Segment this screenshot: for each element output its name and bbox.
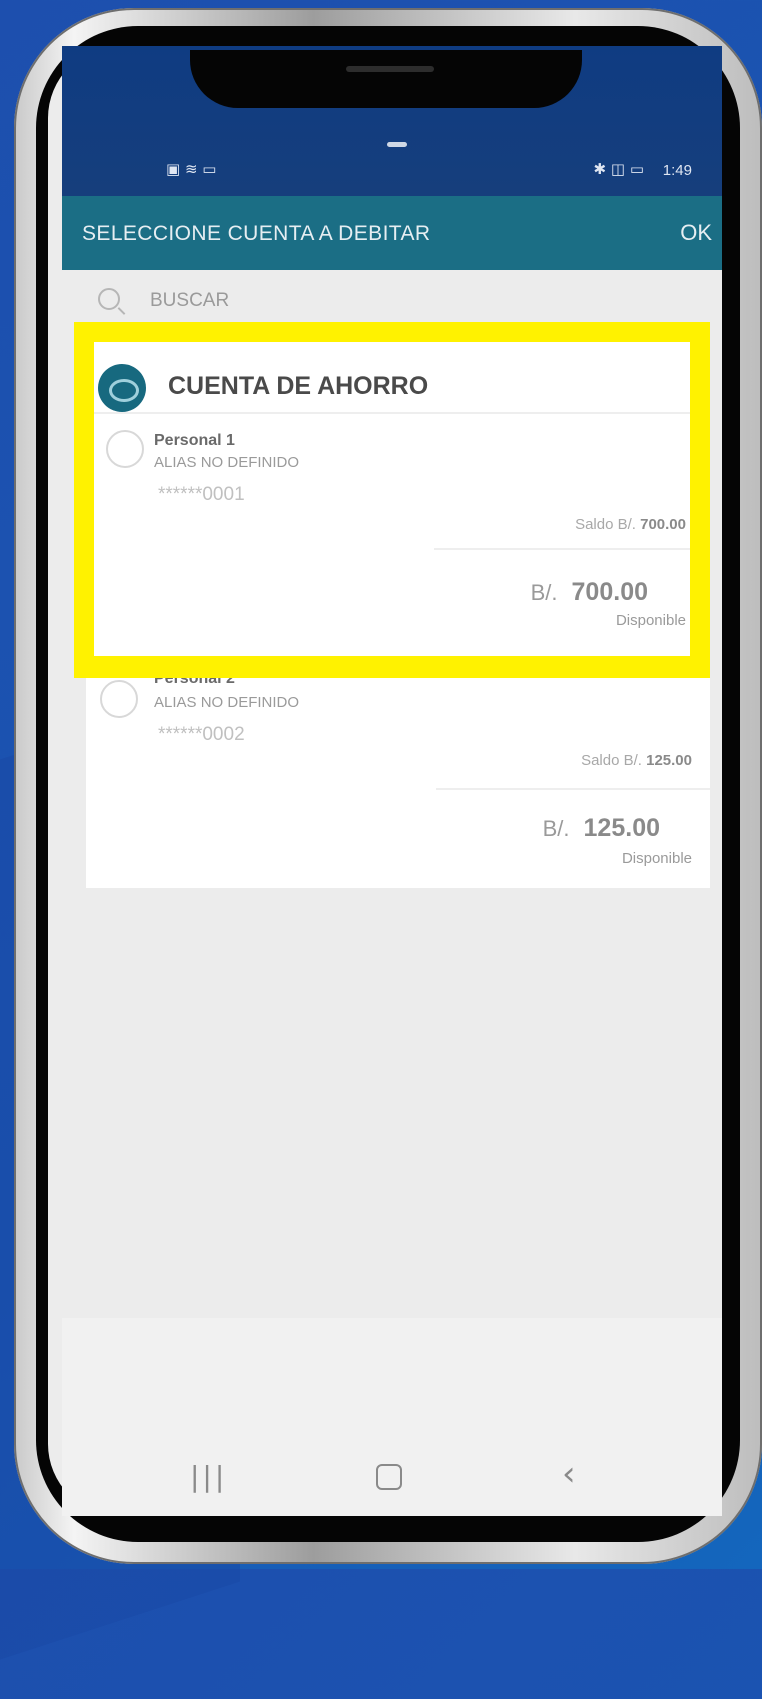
available-amount: B/. 700.00	[531, 578, 648, 607]
status-left-icons: ▣ ≋ ▭	[166, 160, 217, 178]
account-section: CUENTA DE AHORRO Personal 1 ALIAS NO DEF…	[94, 342, 690, 656]
divider	[434, 548, 690, 550]
home-button[interactable]	[376, 1464, 402, 1490]
section-title: CUENTA DE AHORRO	[168, 372, 429, 400]
available-value: 125.00	[583, 814, 660, 842]
phone-speaker	[346, 66, 434, 72]
phone-notch	[190, 50, 582, 108]
highlight-frame: CUENTA DE AHORRO Personal 1 ALIAS NO DEF…	[74, 322, 710, 678]
status-right-icons: ✱ ◫ ▭	[593, 160, 644, 178]
account-balance: Saldo B/. 125.00	[581, 752, 692, 769]
app-bar: SELECCIONE CUENTA A DEBITAR OK	[62, 196, 722, 270]
account-name: Personal 1	[154, 432, 235, 449]
account-alias: ALIAS NO DEFINIDO	[154, 694, 300, 711]
ok-button[interactable]: OK	[680, 220, 712, 246]
available-value: 700.00	[571, 578, 648, 606]
available-label: Disponible	[615, 612, 686, 629]
balance-value: 125.00	[646, 752, 692, 769]
available-amount: B/. 125.00	[543, 814, 660, 843]
account-radio[interactable]	[100, 680, 138, 718]
currency-label: B/.	[530, 580, 558, 605]
piggy-bank-icon	[98, 364, 146, 412]
account-radio[interactable]	[106, 430, 144, 468]
account-balance: Saldo B/. 700.00	[575, 516, 686, 533]
bottom-area	[62, 1318, 722, 1440]
account-number: ******0001	[158, 484, 245, 505]
search-bar[interactable]: BUSCAR	[62, 276, 722, 326]
balance-label: Saldo B/.	[575, 516, 636, 533]
page-title: SELECCIONE CUENTA A DEBITAR	[82, 222, 431, 245]
account-card-personal-1[interactable]: Personal 1 ALIAS NO DEFINIDO ******0001 …	[94, 414, 690, 656]
system-nav-bar: ||| ‹	[62, 1440, 722, 1516]
currency-label: B/.	[542, 816, 570, 841]
available-label: Disponible	[621, 850, 692, 867]
back-button[interactable]: ‹	[562, 1454, 576, 1494]
recent-apps-button[interactable]: |||	[190, 1460, 227, 1493]
section-header: CUENTA DE AHORRO	[94, 342, 690, 412]
status-indicator-pill	[387, 142, 407, 147]
account-number: ******0002	[158, 724, 245, 745]
account-alias: ALIAS NO DEFINIDO	[154, 454, 300, 471]
account-card-personal-2[interactable]: Personal 2 ALIAS NO DEFINIDO ******0002 …	[86, 670, 710, 888]
balance-label: Saldo B/.	[581, 752, 642, 769]
divider	[436, 788, 710, 790]
search-input[interactable]: BUSCAR	[150, 290, 229, 312]
balance-value: 700.00	[640, 516, 686, 533]
status-time: 1:49	[662, 162, 692, 179]
search-icon	[98, 288, 120, 310]
